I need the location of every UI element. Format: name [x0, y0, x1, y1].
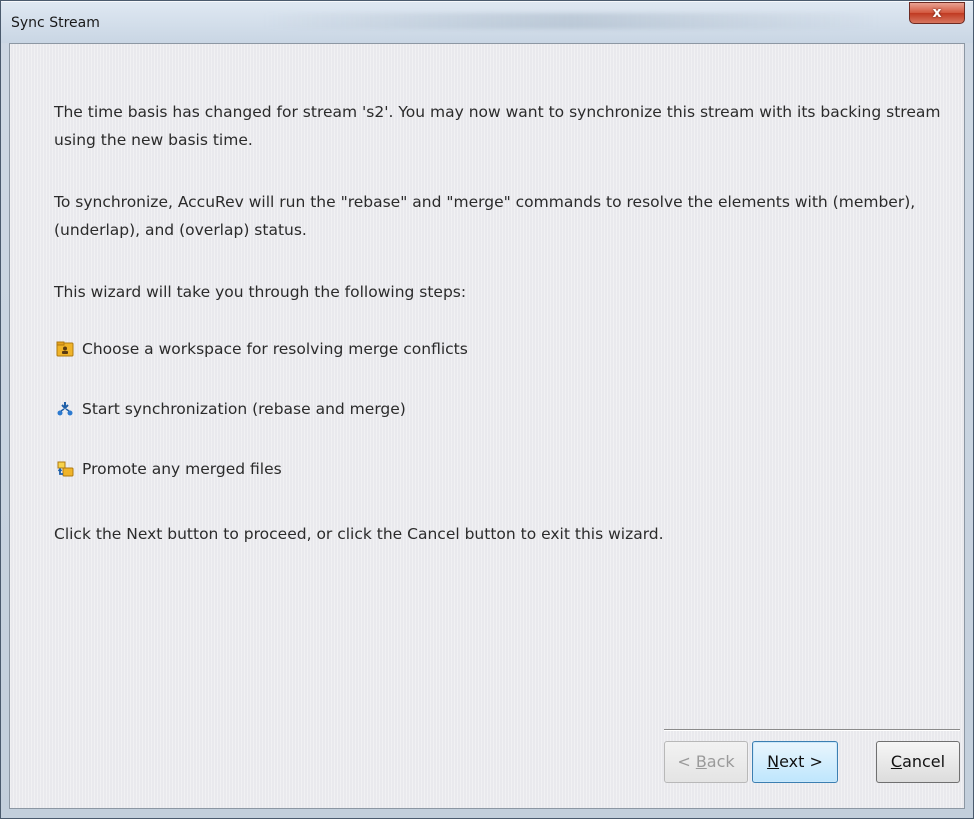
- back-button[interactable]: < Back: [664, 741, 748, 783]
- sync-info-text: To synchronize, AccuRev will run the "re…: [54, 193, 916, 239]
- background-toolbar-blur: [261, 13, 881, 29]
- step-promote-files: Promote any merged files: [56, 460, 282, 478]
- back-rest: ack: [706, 752, 735, 771]
- wizard-content: The time basis has changed for stream 's…: [9, 43, 965, 809]
- window-title: Sync Stream: [11, 15, 100, 31]
- synchronize-icon: [56, 400, 74, 418]
- workspace-folder-icon: [56, 340, 74, 358]
- outro-text: Click the Next button to proceed, or cli…: [54, 525, 664, 543]
- step-label: Choose a workspace for resolving merge c…: [82, 340, 468, 358]
- next-button[interactable]: Next >: [752, 741, 838, 783]
- step-label: Promote any merged files: [82, 460, 282, 478]
- step-start-synchronization: Start synchronization (rebase and merge): [56, 400, 406, 418]
- sync-stream-dialog: Sync Stream x The time basis has changed…: [0, 0, 974, 819]
- cancel-mnemonic: C: [890, 752, 903, 771]
- cancel-rest: ancel: [902, 752, 946, 771]
- step-choose-workspace: Choose a workspace for resolving merge c…: [56, 340, 468, 358]
- intro-text: The time basis has changed for stream 's…: [54, 103, 941, 149]
- close-button[interactable]: x: [909, 2, 965, 24]
- back-mnemonic: B: [695, 752, 707, 771]
- cancel-button[interactable]: Cancel: [876, 741, 960, 783]
- step-label: Start synchronization (rebase and merge): [82, 400, 406, 418]
- next-mnemonic: N: [767, 752, 780, 771]
- title-bar[interactable]: Sync Stream x: [1, 1, 973, 43]
- next-rest: ext >: [779, 752, 823, 771]
- back-prefix: <: [677, 752, 696, 771]
- promote-icon: [56, 460, 74, 478]
- button-divider: [664, 729, 960, 730]
- steps-intro-text: This wizard will take you through the fo…: [54, 283, 467, 301]
